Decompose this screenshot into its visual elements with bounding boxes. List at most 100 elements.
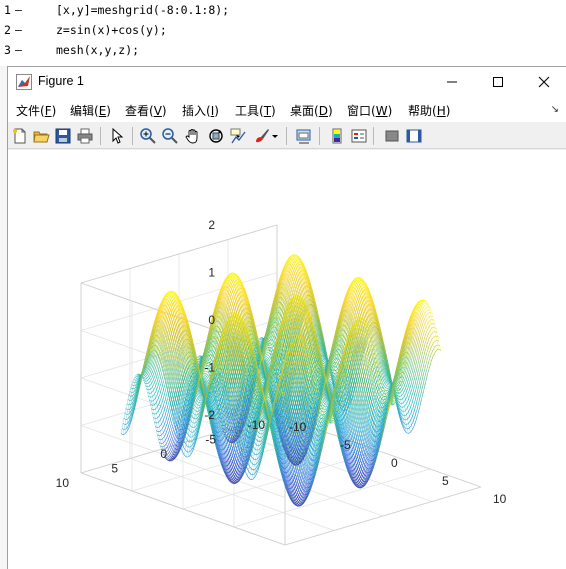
print-button[interactable] [76,127,94,145]
menu-edit[interactable]: 编辑(E) [70,102,111,119]
mesh-line [152,356,155,361]
mesh-line [258,436,260,438]
open-file-button[interactable] [32,127,50,145]
mesh-line [149,375,151,379]
mesh-line [147,372,149,375]
mesh-line [198,397,201,399]
new-figure-button[interactable] [11,127,29,145]
figure-toolbar [8,122,566,149]
menu-window[interactable]: 窗口(W) [347,102,392,119]
edit-plot-button[interactable] [108,127,126,145]
mesh-line [155,383,157,386]
breakpoint-marker[interactable]: – [15,43,22,57]
mesh-line [155,395,157,399]
rotate-3d-button[interactable] [207,127,225,145]
mesh-line [189,454,191,457]
mesh-plot[interactable]: 210-1-21050-5-10 -10-50510 [8,150,566,569]
zoom-out-icon [162,128,178,144]
mesh-line [188,423,191,426]
mesh-line [155,376,157,380]
mesh-line [184,449,187,452]
mesh-line [197,395,200,398]
save-icon [55,128,71,144]
mesh-line [254,442,256,444]
legend-button[interactable] [350,127,368,145]
link-plot-button[interactable] [295,127,313,145]
mesh-line [252,457,254,460]
pan-button[interactable] [184,127,202,145]
mesh-line [156,393,158,397]
mesh-line [149,384,151,387]
brush-dropdown[interactable] [270,127,280,145]
zoom-in-button[interactable] [139,127,157,145]
figure-window[interactable]: Figure 1 文件(F) 编辑(E) 查看(V) 插入(I) 工具(T) 桌… [7,66,566,569]
data-cursor-icon [230,128,246,144]
code-text[interactable]: [x,y]=meshgrid(-8:0.1:8); [56,3,229,17]
pan-hand-icon [185,129,198,144]
mesh-line [188,429,191,432]
mesh-line [156,366,158,370]
code-text[interactable]: mesh(x,y,z); [56,43,139,57]
mesh-line [254,475,256,478]
mesh-line [194,405,197,408]
code-editor[interactable]: 1 – [x,y]=meshgrid(-8:0.1:8); 2 – z=sin(… [0,0,566,66]
menu-view[interactable]: 查看(V) [125,102,167,119]
menu-desktop[interactable]: 桌面(D) [290,102,333,119]
mesh-line [196,396,199,399]
brush-button[interactable] [253,127,271,145]
mesh-line [154,379,156,383]
mesh-line [157,397,159,401]
mesh-line [148,377,150,380]
breakpoint-marker[interactable]: – [15,23,22,37]
hide-plot-tools-button[interactable] [383,127,401,145]
mesh-line [198,391,201,395]
code-text[interactable]: z=sin(x)+cos(y); [56,23,167,37]
maximize-button[interactable] [475,67,521,96]
line-number: 3 [4,43,11,57]
legend-icon [351,129,367,143]
hide-plot-tools-icon [385,130,399,142]
mesh-line [198,399,201,401]
close-button[interactable] [521,67,566,96]
show-plot-tools-button[interactable] [405,127,423,145]
mesh-line [149,362,152,366]
mesh-line [253,452,255,455]
mesh-line [151,376,153,379]
save-button[interactable] [54,127,72,145]
code-line[interactable]: 2 – z=sin(x)+cos(y); [0,20,566,40]
plot-canvas[interactable]: 2 1 0 -1 -2 10 5 0 -5 -10 -10 -5 0 5 10 [8,150,566,569]
menu-help[interactable]: 帮助(H) [408,102,450,119]
mesh-line [151,365,154,369]
menu-bar: 文件(F) 编辑(E) 查看(V) 插入(I) 工具(T) 桌面(D) 窗口(W… [8,96,566,122]
mesh-line [150,383,152,385]
mesh-line [254,448,256,450]
breakpoint-marker[interactable]: – [15,3,22,17]
mesh-line [156,379,158,384]
mesh-line [123,417,126,420]
mesh-line [133,378,135,381]
zoom-out-button[interactable] [161,127,179,145]
mesh-line [148,361,151,366]
mesh-line [160,380,162,385]
minimize-button[interactable] [429,67,475,96]
mesh-line [245,471,247,475]
title-bar[interactable]: Figure 1 [8,67,566,96]
mesh-line [146,377,148,379]
maximize-icon [493,77,503,87]
menu-file[interactable]: 文件(F) [16,102,56,119]
data-cursor-button[interactable] [229,127,247,145]
mesh-line [158,395,160,398]
code-line[interactable]: 1 – [x,y]=meshgrid(-8:0.1:8); [0,0,566,20]
mesh-line [247,476,249,478]
code-line[interactable]: 3 – mesh(x,y,z); [0,40,566,60]
mesh-line [145,369,148,373]
mesh-line [154,366,156,371]
dock-arrow-icon[interactable]: ↘ [551,104,559,115]
zoom-in-icon [140,128,156,144]
mesh-line [260,412,263,416]
colorbar-button[interactable] [328,127,346,145]
mesh-line [185,438,188,440]
mesh-line [151,386,153,389]
menu-insert[interactable]: 插入(I) [182,102,219,119]
menu-tools[interactable]: 工具(T) [235,102,276,119]
